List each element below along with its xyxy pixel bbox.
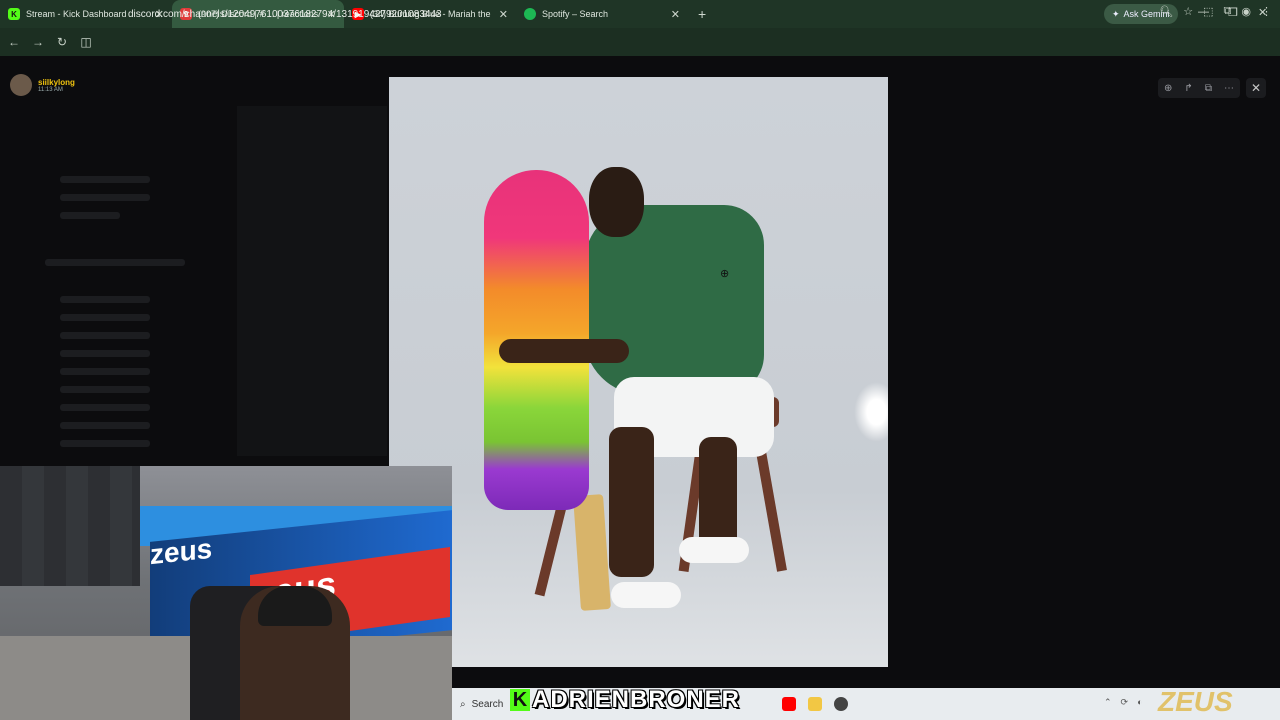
system-tray: ⌃ ⟳ ◐: [1104, 697, 1143, 708]
url-text: discord.com/channels/1204976100376182794…: [128, 8, 442, 20]
toolbar-icons: 🔍︎ ☆ ⬚ ⧉ ◉ ⋮: [1159, 5, 1272, 18]
kick-logo-icon: K: [510, 689, 530, 711]
search-label: Search: [471, 698, 504, 710]
author-timestamp: 11:13 AM: [38, 86, 63, 93]
menu-dots-icon[interactable]: ⋮: [1261, 5, 1272, 18]
backdrop-wall: [0, 466, 140, 586]
close-viewer-button[interactable]: ✕: [1246, 78, 1266, 98]
streamer-name-overlay: K ADRIENBRONER: [510, 686, 740, 714]
zeus-watermark: ZEUS: [1158, 686, 1233, 717]
sync-icon[interactable]: ⟳: [1121, 697, 1129, 708]
sidebar-icon[interactable]: ◫: [74, 35, 98, 49]
open-external-icon[interactable]: ⧉: [1205, 83, 1212, 94]
person-head: [589, 167, 644, 237]
webcam-overlay: zeus zeus: [0, 466, 452, 720]
ring-brand-text: zeus: [150, 532, 213, 571]
person-leg: [609, 427, 654, 577]
reload-icon[interactable]: ↻: [50, 35, 74, 49]
image-author: siilkylong 11:13 AM: [10, 74, 75, 96]
search-icon: ⌕: [460, 698, 466, 710]
browser-toolbar: ← → ↻ ◫: [0, 28, 1280, 56]
streamer-cap: [258, 586, 332, 626]
dimmed-channel-list: [0, 56, 230, 466]
zoom-cursor-icon: ⊕: [720, 268, 730, 280]
back-icon[interactable]: ←: [2, 35, 26, 49]
person-leg: [699, 437, 737, 552]
dimmed-chat-images: [237, 106, 387, 456]
streamer-name: ADRIENBRONER: [532, 686, 741, 713]
zoom-icon[interactable]: 🔍︎: [1159, 5, 1173, 18]
kick-icon: K: [8, 8, 20, 20]
chevron-up-icon[interactable]: ⌃: [1104, 697, 1112, 708]
extension-icon[interactable]: ⬚: [1203, 5, 1213, 18]
more-icon[interactable]: ⋯: [1224, 83, 1234, 94]
person-arm: [499, 339, 629, 363]
zoom-in-icon[interactable]: ⊕: [1164, 83, 1172, 94]
profile-icon[interactable]: ◉: [1241, 5, 1251, 18]
forward-icon[interactable]: →: [26, 35, 50, 49]
puzzle-icon[interactable]: ⧉: [1224, 5, 1232, 18]
file-explorer-icon[interactable]: [808, 697, 822, 711]
youtube-taskbar-icon[interactable]: [782, 697, 796, 711]
app-tray-icon[interactable]: ◐: [1137, 697, 1142, 708]
chrome-taskbar-icon[interactable]: [834, 697, 848, 711]
sneaker: [611, 582, 681, 608]
address-bar[interactable]: discord.com/channels/1204976100376182794…: [106, 3, 1166, 25]
sneaker: [679, 537, 749, 563]
forward-icon[interactable]: ↱: [1184, 83, 1192, 94]
image-viewer-controls: ⊕ ↱ ⧉ ⋯: [1158, 78, 1240, 98]
popsicle-stick: [573, 494, 611, 611]
author-name: siilkylong: [38, 77, 75, 87]
avatar: [10, 74, 32, 96]
taskbar-search[interactable]: ⌕ Search: [452, 699, 512, 710]
studio-light: [854, 382, 888, 442]
bookmark-star-icon[interactable]: ☆: [1183, 5, 1193, 18]
expanded-image[interactable]: [389, 77, 888, 667]
